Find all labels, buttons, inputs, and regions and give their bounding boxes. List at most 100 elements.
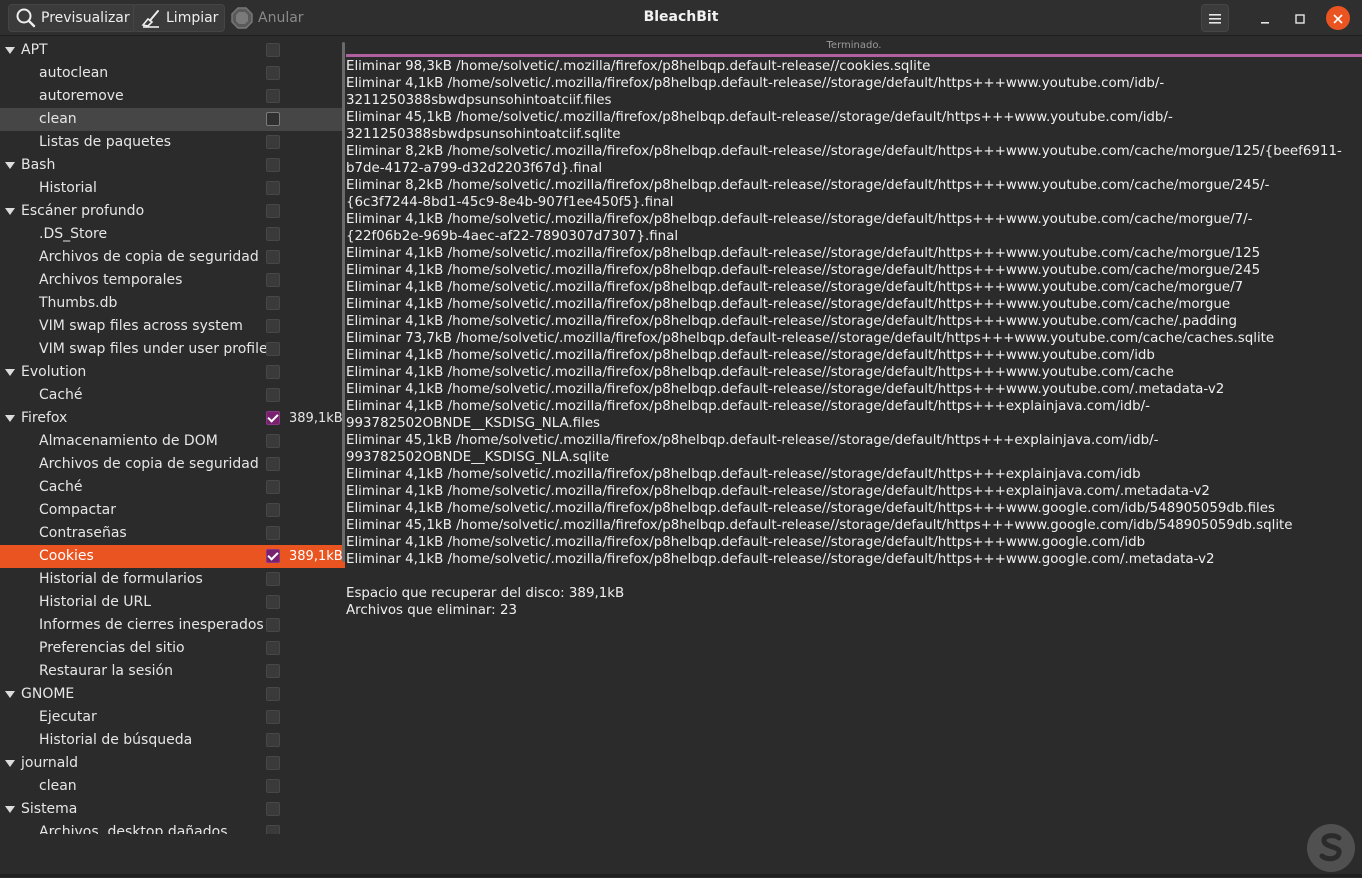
sidebar-scrollbar[interactable] bbox=[342, 42, 345, 562]
tree-item-12[interactable]: VIM swap files across system bbox=[0, 315, 345, 338]
tree-checkbox[interactable] bbox=[266, 825, 280, 834]
tree-group-31[interactable]: journald bbox=[0, 752, 345, 775]
tree-group-14[interactable]: Evolution bbox=[0, 361, 345, 384]
tree-label: Caché bbox=[39, 479, 83, 495]
expander-arrow-icon[interactable] bbox=[5, 47, 15, 54]
tree-checkbox[interactable] bbox=[266, 342, 280, 356]
tree-group-28[interactable]: GNOME bbox=[0, 683, 345, 706]
tree-item-21[interactable]: Contraseñas bbox=[0, 522, 345, 545]
clean-button[interactable]: Limpiar bbox=[133, 4, 226, 32]
tree-checkbox[interactable] bbox=[266, 503, 280, 517]
tree-label: autoclean bbox=[39, 65, 109, 81]
tree-item-20[interactable]: Compactar bbox=[0, 499, 345, 522]
maximize-button[interactable] bbox=[1288, 6, 1312, 30]
log-line: Eliminar 8,2kB /home/solvetic/.mozilla/f… bbox=[346, 178, 1270, 193]
tree-group-16[interactable]: Firefox 389,1kB bbox=[0, 407, 345, 430]
tree-item-22[interactable]: Cookies 389,1kB bbox=[0, 545, 345, 568]
tree-group-5[interactable]: Bash bbox=[0, 154, 345, 177]
tree-checkbox[interactable] bbox=[266, 388, 280, 402]
tree-checkbox[interactable] bbox=[266, 733, 280, 747]
tree-item-34[interactable]: Archivos .desktop dañados bbox=[0, 821, 345, 834]
tree-item-3[interactable]: clean bbox=[0, 108, 345, 131]
tree-checkbox[interactable] bbox=[266, 66, 280, 80]
expander-arrow-icon[interactable] bbox=[5, 162, 15, 169]
tree-checkbox[interactable] bbox=[266, 181, 280, 195]
tree-checkbox[interactable] bbox=[266, 572, 280, 586]
tree-item-4[interactable]: Listas de paquetes bbox=[0, 131, 345, 154]
log-line: Eliminar 4,1kB /home/solvetic/.mozilla/f… bbox=[346, 246, 1261, 261]
tree-checkbox[interactable] bbox=[266, 227, 280, 241]
expander-arrow-icon[interactable] bbox=[5, 415, 15, 422]
log-line: Eliminar 4,1kB /home/solvetic/.mozilla/f… bbox=[346, 76, 1165, 91]
tree-item-1[interactable]: autoclean bbox=[0, 62, 345, 85]
tree-checkbox[interactable] bbox=[266, 802, 280, 816]
tree-checkbox[interactable] bbox=[266, 411, 280, 425]
tree-item-15[interactable]: Caché bbox=[0, 384, 345, 407]
tree-checkbox[interactable] bbox=[266, 549, 280, 563]
tree-item-13[interactable]: VIM swap files under user profile bbox=[0, 338, 345, 361]
menu-button[interactable] bbox=[1201, 4, 1229, 32]
tree-checkbox[interactable] bbox=[266, 664, 280, 678]
tree-checkbox[interactable] bbox=[266, 250, 280, 264]
tree-checkbox[interactable] bbox=[266, 434, 280, 448]
tree-checkbox[interactable] bbox=[266, 595, 280, 609]
tree-item-9[interactable]: Archivos de copia de seguridad bbox=[0, 246, 345, 269]
tree-label: Thumbs.db bbox=[39, 295, 118, 311]
tree-checkbox[interactable] bbox=[266, 43, 280, 57]
tree-item-10[interactable]: Archivos temporales bbox=[0, 269, 345, 292]
tree-item-17[interactable]: Almacenamiento de DOM bbox=[0, 430, 345, 453]
tree-item-29[interactable]: Ejecutar bbox=[0, 706, 345, 729]
tree-item-24[interactable]: Historial de URL bbox=[0, 591, 345, 614]
log-line: Eliminar 4,1kB /home/solvetic/.mozilla/f… bbox=[346, 535, 1146, 550]
expander-arrow-icon[interactable] bbox=[5, 806, 15, 813]
tree-checkbox[interactable] bbox=[266, 618, 280, 632]
tree-checkbox[interactable] bbox=[266, 480, 280, 494]
tree-checkbox[interactable] bbox=[266, 319, 280, 333]
tree-item-18[interactable]: Archivos de copia de seguridad bbox=[0, 453, 345, 476]
tree-checkbox[interactable] bbox=[266, 273, 280, 287]
tree-checkbox[interactable] bbox=[266, 641, 280, 655]
close-button[interactable] bbox=[1326, 6, 1350, 30]
log-line: Eliminar 4,1kB /home/solvetic/.mozilla/f… bbox=[346, 314, 1238, 329]
tree-checkbox[interactable] bbox=[266, 135, 280, 149]
log-line: Eliminar 45,1kB /home/solvetic/.mozilla/… bbox=[346, 110, 1173, 125]
tree-label: Ejecutar bbox=[39, 709, 97, 725]
expander-arrow-icon[interactable] bbox=[5, 369, 15, 376]
tree-checkbox[interactable] bbox=[266, 710, 280, 724]
summary-space: Espacio que recuperar del disco: 389,1kB bbox=[346, 586, 625, 601]
tree-item-26[interactable]: Preferencias del sitio bbox=[0, 637, 345, 660]
expander-arrow-icon[interactable] bbox=[5, 760, 15, 767]
tree-checkbox[interactable] bbox=[266, 89, 280, 103]
tree-item-19[interactable]: Caché bbox=[0, 476, 345, 499]
tree-item-30[interactable]: Historial de búsqueda bbox=[0, 729, 345, 752]
tree-checkbox[interactable] bbox=[266, 779, 280, 793]
log-line: 993782502OBNDE__KSDISG_NLA.files bbox=[346, 416, 601, 431]
abort-button[interactable]: Anular bbox=[224, 4, 310, 32]
tree-item-8[interactable]: .DS_Store bbox=[0, 223, 345, 246]
tree-size: 389,1kB bbox=[289, 549, 343, 564]
tree-checkbox[interactable] bbox=[266, 204, 280, 218]
tree-item-6[interactable]: Historial bbox=[0, 177, 345, 200]
tree-checkbox[interactable] bbox=[266, 756, 280, 770]
tree-item-25[interactable]: Informes de cierres inesperados bbox=[0, 614, 345, 637]
tree-checkbox[interactable] bbox=[266, 296, 280, 310]
minimize-button[interactable] bbox=[1253, 6, 1277, 30]
tree-group-0[interactable]: APT bbox=[0, 39, 345, 62]
tree-checkbox[interactable] bbox=[266, 365, 280, 379]
tree-group-7[interactable]: Escáner profundo bbox=[0, 200, 345, 223]
preview-button[interactable]: Previsualizar bbox=[8, 4, 137, 32]
tree-checkbox[interactable] bbox=[266, 457, 280, 471]
tree-item-27[interactable]: Restaurar la sesión bbox=[0, 660, 345, 683]
tree-item-23[interactable]: Historial de formularios bbox=[0, 568, 345, 591]
tree-checkbox[interactable] bbox=[266, 112, 280, 126]
expander-arrow-icon[interactable] bbox=[5, 208, 15, 215]
expander-arrow-icon[interactable] bbox=[5, 691, 15, 698]
tree-group-33[interactable]: Sistema bbox=[0, 798, 345, 821]
tree-label: Restaurar la sesión bbox=[39, 663, 173, 679]
tree-item-11[interactable]: Thumbs.db bbox=[0, 292, 345, 315]
tree-item-32[interactable]: clean bbox=[0, 775, 345, 798]
tree-item-2[interactable]: autoremove bbox=[0, 85, 345, 108]
tree-checkbox[interactable] bbox=[266, 687, 280, 701]
tree-checkbox[interactable] bbox=[266, 158, 280, 172]
tree-checkbox[interactable] bbox=[266, 526, 280, 540]
